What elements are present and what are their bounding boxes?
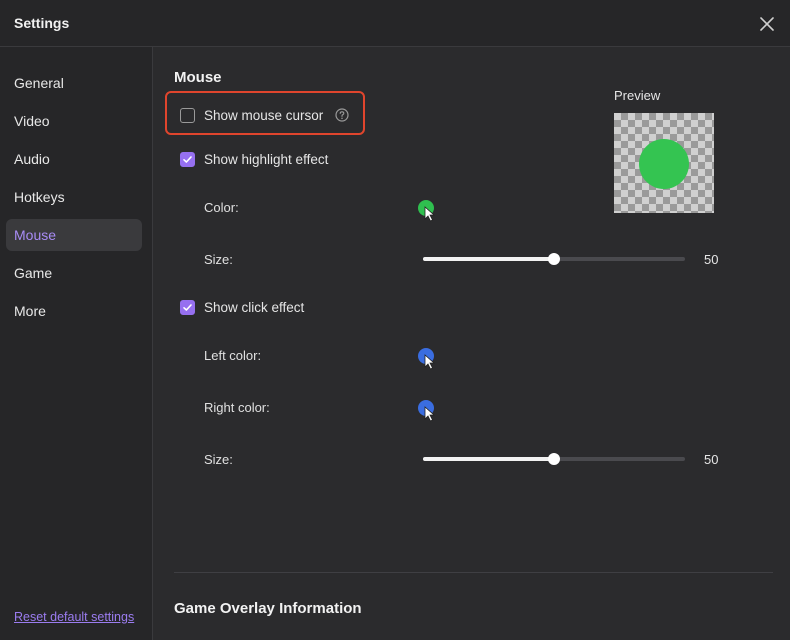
main-panel: Mouse Show mouse cursor Show highlight e… <box>154 47 790 640</box>
section-title-mouse: Mouse <box>174 69 222 86</box>
sidebar-item-mouse[interactable]: Mouse <box>6 219 142 251</box>
sidebar-item-hotkeys[interactable]: Hotkeys <box>6 181 142 213</box>
window-title: Settings <box>14 15 70 31</box>
sidebar-item-game[interactable]: Game <box>6 257 142 289</box>
left-color-label: Left color: <box>204 348 262 363</box>
highlight-size-value: 50 <box>704 252 719 267</box>
highlight-color-label: Color: <box>204 200 239 215</box>
pointer-cursor-icon <box>424 206 436 222</box>
sidebar-item-audio[interactable]: Audio <box>6 143 142 175</box>
click-size-value: 50 <box>704 452 719 467</box>
show-highlight-effect-checkbox[interactable] <box>180 151 195 167</box>
highlight-size-slider[interactable] <box>423 253 685 265</box>
click-size-slider[interactable] <box>423 453 685 465</box>
title-bar: Settings <box>0 0 790 47</box>
show-mouse-cursor-checkbox[interactable] <box>180 107 195 123</box>
preview-highlight-dot <box>639 139 689 189</box>
sidebar-item-more[interactable]: More <box>6 295 142 327</box>
pointer-cursor-icon <box>424 354 436 370</box>
pointer-cursor-icon <box>424 406 436 422</box>
sidebar: General Video Audio Hotkeys Mouse Game M… <box>0 47 153 640</box>
checkmark-icon <box>183 155 192 163</box>
sidebar-item-general[interactable]: General <box>6 67 142 99</box>
sidebar-item-video[interactable]: Video <box>6 105 142 137</box>
right-color-label: Right color: <box>204 400 270 415</box>
close-button[interactable] <box>757 14 777 34</box>
show-click-effect-checkbox[interactable] <box>180 299 195 315</box>
close-icon <box>760 17 774 31</box>
show-mouse-cursor-option[interactable]: Show mouse cursor <box>180 106 349 124</box>
section-divider <box>174 572 773 573</box>
slider-fill <box>423 457 554 461</box>
click-size-label: Size: <box>204 452 233 467</box>
show-highlight-effect-option[interactable]: Show highlight effect <box>180 150 328 168</box>
show-mouse-cursor-label: Show mouse cursor <box>204 107 324 123</box>
slider-thumb[interactable] <box>548 253 560 265</box>
highlight-size-label: Size: <box>204 252 233 267</box>
show-click-effect-label: Show click effect <box>204 299 305 315</box>
preview-canvas <box>614 113 714 213</box>
show-highlight-effect-label: Show highlight effect <box>204 151 329 167</box>
show-click-effect-option[interactable]: Show click effect <box>180 298 304 316</box>
reset-default-settings-link[interactable]: Reset default settings <box>14 610 134 624</box>
slider-fill <box>423 257 554 261</box>
checkmark-icon <box>183 303 192 311</box>
help-icon[interactable] <box>335 108 349 122</box>
slider-thumb[interactable] <box>548 453 560 465</box>
section-title-game-overlay: Game Overlay Information <box>174 600 362 617</box>
preview-label: Preview <box>614 88 661 103</box>
